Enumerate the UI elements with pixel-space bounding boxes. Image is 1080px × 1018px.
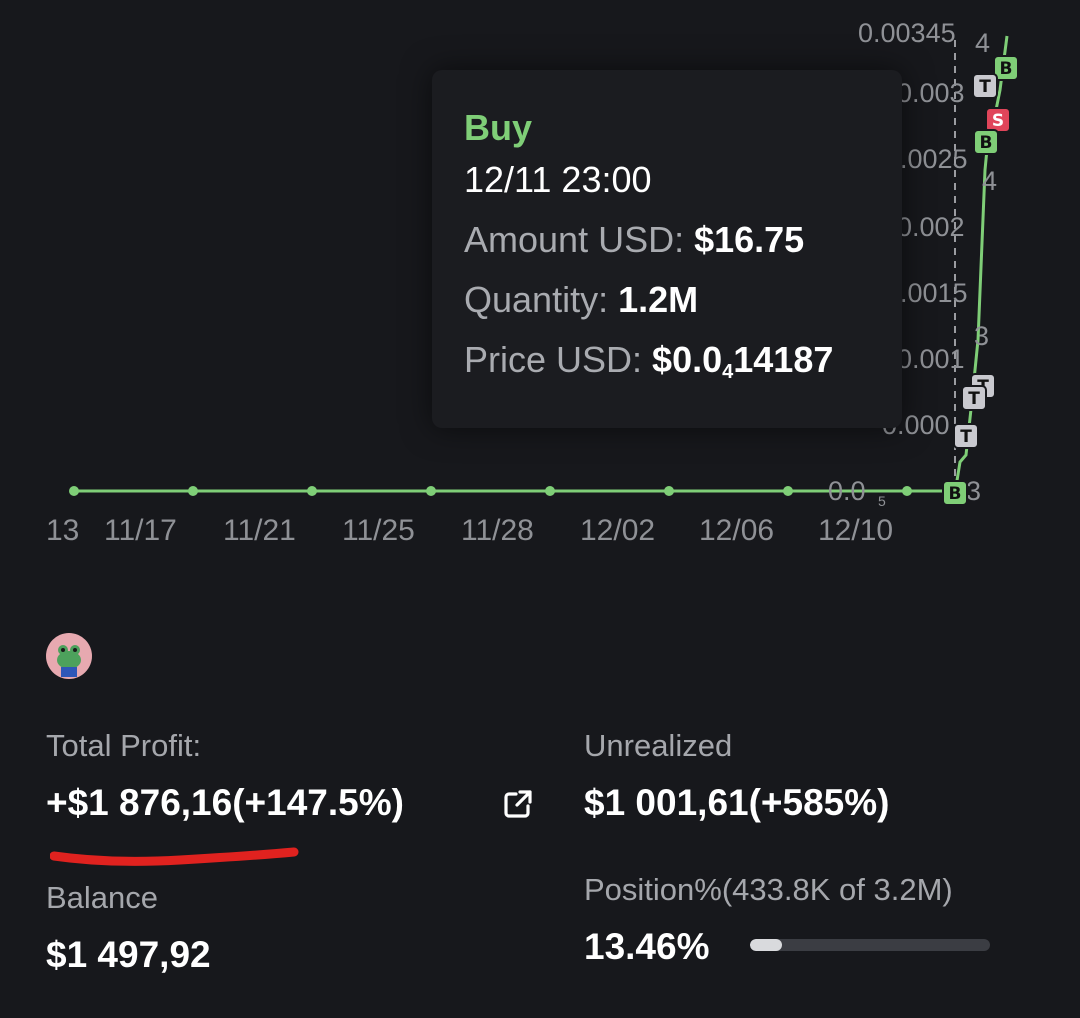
trade-marker-sell[interactable]: S	[985, 107, 1011, 133]
history-point	[426, 486, 436, 496]
unrealized-label: Unrealized	[584, 728, 733, 763]
position-value: 13.46%	[584, 926, 710, 967]
balance-value: $1 497,92	[46, 934, 211, 975]
trade-marker-label: B	[1000, 59, 1013, 79]
tooltip-amount-value: $16.75	[694, 219, 805, 260]
x-tick: 12/10	[818, 514, 893, 547]
trade-marker-label: S	[992, 111, 1004, 131]
history-point	[69, 486, 79, 496]
tooltip-datetime: 12/11 23:00	[464, 159, 652, 200]
y-tick: 4	[982, 166, 997, 196]
y-tick: 0.0	[828, 476, 866, 506]
tooltip-price-subscript: 4	[722, 361, 734, 383]
trade-marker-buy[interactable]: B	[942, 480, 968, 506]
frog-avatar-icon[interactable]	[46, 633, 92, 679]
y-tick: .0015	[900, 278, 968, 308]
tooltip-amount-row: Amount USD: $16.75	[464, 210, 902, 270]
balance-label: Balance	[46, 880, 159, 915]
y-tick: 0.003	[897, 78, 965, 108]
y-tick: 0.002	[897, 212, 965, 242]
tooltip-price-rest: 14187	[733, 339, 834, 380]
total-profit-label: Total Profit:	[46, 728, 202, 763]
history-point	[783, 486, 793, 496]
trade-marker-label: T	[968, 389, 980, 409]
price-chart[interactable]: 0.00345 0.003 .0025 0.002 .0015 0.001 0.…	[0, 0, 1080, 560]
y-tick: 3	[966, 476, 981, 506]
history-point	[664, 486, 674, 496]
x-axis-ticks: 13 11/17 11/21 11/25 11/28 12/02 12/06 1…	[46, 514, 893, 547]
x-tick: 13	[46, 514, 79, 547]
position-label: Position%(433.8K of 3.2M)	[584, 872, 953, 907]
x-tick: 11/17	[104, 514, 177, 547]
trade-marker-label: T	[960, 427, 972, 447]
y-tick: .0025	[900, 144, 968, 174]
trade-marker-transfer[interactable]: T	[953, 423, 979, 449]
tooltip-quantity-value: 1.2M	[618, 279, 699, 320]
y-tick: 3	[974, 321, 989, 351]
trade-marker-buy[interactable]: B	[973, 129, 999, 155]
y-tick: 0.00345	[858, 18, 956, 48]
position-progress-bar	[750, 939, 990, 951]
trade-marker-label: B	[980, 133, 993, 153]
tooltip-price-label: Price USD:	[464, 339, 643, 380]
position-progress-fill	[750, 939, 783, 951]
total-profit-value: +$1 876,16(+147.5%)	[46, 782, 404, 823]
tooltip-price-row: Price USD: $0.0414187	[464, 330, 902, 402]
tooltip-quantity-label: Quantity:	[464, 279, 609, 320]
history-point	[188, 486, 198, 496]
trade-marker-label: B	[949, 484, 962, 504]
tooltip-price-prefix: $0.0	[652, 339, 723, 380]
history-point	[545, 486, 555, 496]
x-tick: 12/06	[699, 514, 774, 547]
tooltip-quantity-row: Quantity: 1.2M	[464, 270, 902, 330]
y-tick-subscript: 5	[878, 493, 886, 509]
trade-tooltip: Buy 12/11 23:00 Amount USD: $16.75 Quant…	[432, 70, 902, 428]
x-tick: 11/25	[342, 514, 415, 547]
tooltip-price-value: $0.0414187	[652, 339, 834, 383]
trade-marker-label: T	[979, 77, 991, 97]
red-underline-annotation	[50, 847, 299, 866]
x-tick: 11/28	[461, 514, 534, 547]
y-tick: 4	[975, 28, 990, 58]
x-tick: 11/21	[223, 514, 296, 547]
trade-marker-transfer[interactable]: T	[961, 385, 987, 411]
y-tick: 0.001	[897, 344, 965, 374]
external-link-icon[interactable]	[500, 786, 536, 822]
tooltip-amount-label: Amount USD:	[464, 219, 685, 260]
x-tick: 12/02	[580, 514, 655, 547]
trade-marker-transfer[interactable]: T	[972, 73, 998, 99]
unrealized-value: $1 001,61(+585%)	[584, 782, 890, 823]
history-point	[902, 486, 912, 496]
history-point	[307, 486, 317, 496]
tooltip-trade-type: Buy	[464, 107, 533, 148]
